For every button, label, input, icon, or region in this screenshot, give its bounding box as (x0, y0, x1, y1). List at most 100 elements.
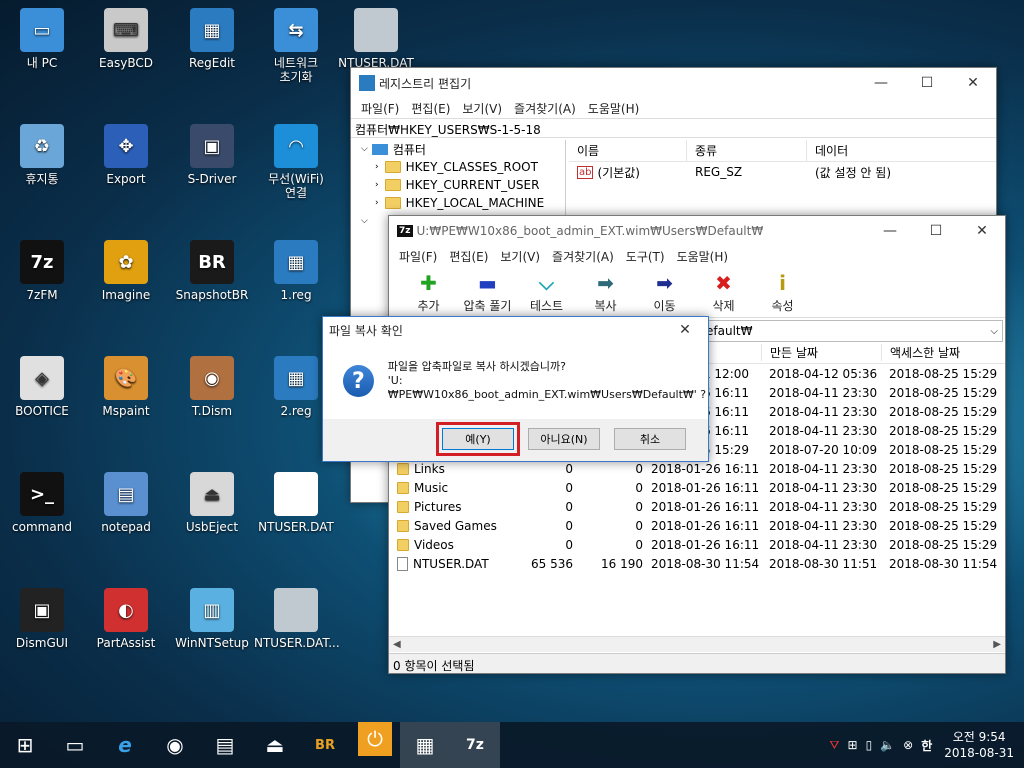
close-button[interactable]: ✕ (959, 216, 1005, 246)
tree-node-hkcr[interactable]: › HKEY_CLASSES_ROOT (351, 158, 565, 176)
snapshot-icon[interactable]: BR (300, 722, 350, 768)
ie-icon[interactable]: e (100, 722, 150, 768)
tool-delete[interactable]: ✖ 삭제 (694, 269, 753, 314)
tree-node-computer[interactable]: ⌵ 컴퓨터 (351, 140, 565, 158)
chevron-down-icon[interactable]: ⌵ (990, 326, 998, 337)
regedit-titlebar[interactable]: 레지스트리 편집기 — ☐ ✕ (351, 68, 996, 98)
column-data[interactable]: 데이터 (807, 140, 996, 161)
desktop-icon[interactable]: ⌨ EasyBCD (84, 8, 168, 70)
desktop-icon[interactable]: >_ command (0, 472, 84, 534)
scroll-left-icon[interactable]: ◀ (393, 639, 401, 650)
tool-add[interactable]: ✚ 추가 (399, 269, 458, 314)
recycle-bin-icon: ♻ (20, 124, 64, 168)
table-row[interactable]: Saved Games 0 0 2018-01-26 16:11 2018-04-11 … (389, 516, 1005, 535)
desktop-icon[interactable]: ▣ DismGUI (0, 588, 84, 650)
power-icon[interactable]: ⏻ (358, 722, 392, 756)
tool-copy[interactable]: ➡ 복사 (576, 269, 635, 314)
desktop-icon[interactable]: ▦ 1.reg (254, 240, 338, 302)
menu-view[interactable]: 보기(V) (494, 248, 546, 265)
clock[interactable]: 오전 9:54 2018-08-31 (944, 729, 1014, 761)
menu-favorites[interactable]: 즐겨찾기(A) (508, 100, 582, 117)
tree-node-hkcu[interactable]: › HKEY_CURRENT_USER (351, 176, 565, 194)
regedit-icon[interactable]: ▦ (400, 722, 450, 768)
menu-help[interactable]: 도움말(H) (582, 100, 646, 117)
7zfm-titlebar[interactable]: 7z U:₩PE₩W10x86_boot_admin_EXT.wim₩Users… (389, 216, 1005, 246)
desktop-icon[interactable]: ▣ S-Driver (170, 124, 254, 186)
tree-node-hklm[interactable]: › HKEY_LOCAL_MACHINE (351, 194, 565, 212)
7zfm-status-bar: 0 항목이 선택됨 (389, 653, 1005, 673)
value-row[interactable]: ab (기본값) REG_SZ (값 설정 안 됨) (569, 162, 996, 182)
desktop-icon[interactable]: ♻ 휴지통 (0, 124, 84, 186)
tool-extract[interactable]: ▬ 압축 풀기 (458, 269, 517, 314)
close-button[interactable]: ✕ (950, 68, 996, 98)
column-name[interactable]: 이름 (569, 140, 687, 161)
minimize-button[interactable]: — (867, 216, 913, 246)
desktop-icon[interactable]: ▥ WinNTSetup (170, 588, 254, 650)
desktop-icon[interactable]: NTUSER.DAT... (254, 588, 340, 650)
collapse-icon[interactable]: ⌵ (361, 144, 368, 154)
maximize-button[interactable]: ☐ (904, 68, 950, 98)
notepad-icon[interactable]: ▤ (200, 722, 250, 768)
maximize-button[interactable]: ☐ (913, 216, 959, 246)
column-accessed[interactable]: 액세스한 날짜 (881, 344, 1001, 361)
expand-icon[interactable]: › (375, 198, 379, 208)
dism-icon[interactable]: ◉ (150, 722, 200, 768)
table-row[interactable]: Music 0 0 2018-01-26 16:11 2018-04-11 23:30 2… (389, 478, 1005, 497)
desktop-icon[interactable]: ⇆ 네트워크 초기화 (254, 8, 338, 84)
desktop-icon[interactable]: ▤ notepad (84, 472, 168, 534)
regedit-address-bar[interactable]: 컴퓨터₩HKEY_USERS₩S-1-5-18 (351, 118, 996, 138)
table-row[interactable]: Pictures 0 0 2018-01-26 16:11 2018-04-11 23:… (389, 497, 1005, 516)
desktop-icon[interactable]: NTUSER.DAT (254, 472, 338, 534)
close-circle-icon[interactable]: ⊗ (903, 738, 913, 752)
menu-file[interactable]: 파일(F) (393, 248, 443, 265)
menu-help[interactable]: 도움말(H) (671, 248, 735, 265)
desktop-icon[interactable]: ▦ RegEdit (170, 8, 254, 70)
close-button[interactable]: ✕ (662, 315, 708, 345)
desktop-icon[interactable]: ◠ 무선(WiFi) 연결 (254, 124, 338, 200)
desktop-icon-partial[interactable]: NTUSER.DAT (334, 8, 418, 70)
menu-view[interactable]: 보기(V) (456, 100, 508, 117)
expand-icon[interactable]: › (375, 180, 379, 190)
menu-edit[interactable]: 편집(E) (405, 100, 456, 117)
tool-move[interactable]: ➡ 이동 (635, 269, 694, 314)
cancel-button[interactable]: 취소 (614, 428, 686, 450)
menu-file[interactable]: 파일(F) (355, 100, 405, 117)
usb-eject-icon[interactable]: ⏏ (250, 722, 300, 768)
minimize-button[interactable]: — (858, 68, 904, 98)
horizontal-scrollbar[interactable]: ◀ ▶ (389, 636, 1005, 652)
yes-button[interactable]: 예(Y) (436, 422, 520, 456)
no-button[interactable]: 아니요(N) (528, 428, 600, 450)
desktop-icon[interactable]: BR SnapshotBR (170, 240, 254, 302)
scroll-right-icon[interactable]: ▶ (993, 639, 1001, 650)
tool-info[interactable]: i 속성 (753, 269, 812, 314)
menu-favorites[interactable]: 즐겨찾기(A) (546, 248, 620, 265)
desktop-icon[interactable]: ✿ Imagine (84, 240, 168, 302)
menu-edit[interactable]: 편집(E) (443, 248, 494, 265)
lan-icon[interactable]: ⊞ (848, 738, 858, 752)
desktop-icon[interactable]: 🎨 Mspaint (84, 356, 168, 418)
7zip-icon[interactable]: 7z (450, 722, 500, 768)
desktop-icon[interactable]: ◐ PartAssist (84, 588, 168, 650)
expand-icon[interactable]: › (375, 162, 379, 172)
desktop-icon[interactable]: ✥ Export (84, 124, 168, 186)
desktop-icon[interactable]: ◉ T.Dism (170, 356, 254, 418)
start-icon[interactable]: ⊞ (0, 722, 50, 768)
desktop-icon[interactable]: ⏏ UsbEject (170, 472, 254, 534)
table-row[interactable]: Videos 0 0 2018-01-26 16:11 2018-04-11 23:30… (389, 535, 1005, 554)
column-type[interactable]: 종류 (687, 140, 807, 161)
tool-test[interactable]: ⌵ 테스트 (517, 269, 576, 314)
volume-icon[interactable]: 🔈 (880, 738, 895, 752)
network-reset-icon: ⇆ (274, 8, 318, 52)
desktop-icon[interactable]: ◈ BOOTICE (0, 356, 84, 418)
network-tray-icon[interactable]: ⛛ (829, 738, 839, 753)
desktop-icon[interactable]: ▭ 내 PC (0, 8, 84, 70)
dialog-titlebar[interactable]: 파일 복사 확인 ✕ (323, 317, 708, 343)
desktop-icon[interactable]: 7z 7zFM (0, 240, 84, 302)
copy-icon: ➡ (597, 271, 614, 295)
ime-indicator[interactable]: 한 (921, 737, 932, 754)
menu-tools[interactable]: 도구(T) (620, 248, 671, 265)
usb-icon[interactable]: ▯ (866, 738, 873, 752)
computer-icon[interactable]: ▭ (50, 722, 100, 768)
column-created[interactable]: 만든 날짜 (761, 344, 881, 361)
table-row[interactable]: NTUSER.DAT 65 536 16 190 2018-08-30 11:54 20… (389, 554, 1005, 573)
